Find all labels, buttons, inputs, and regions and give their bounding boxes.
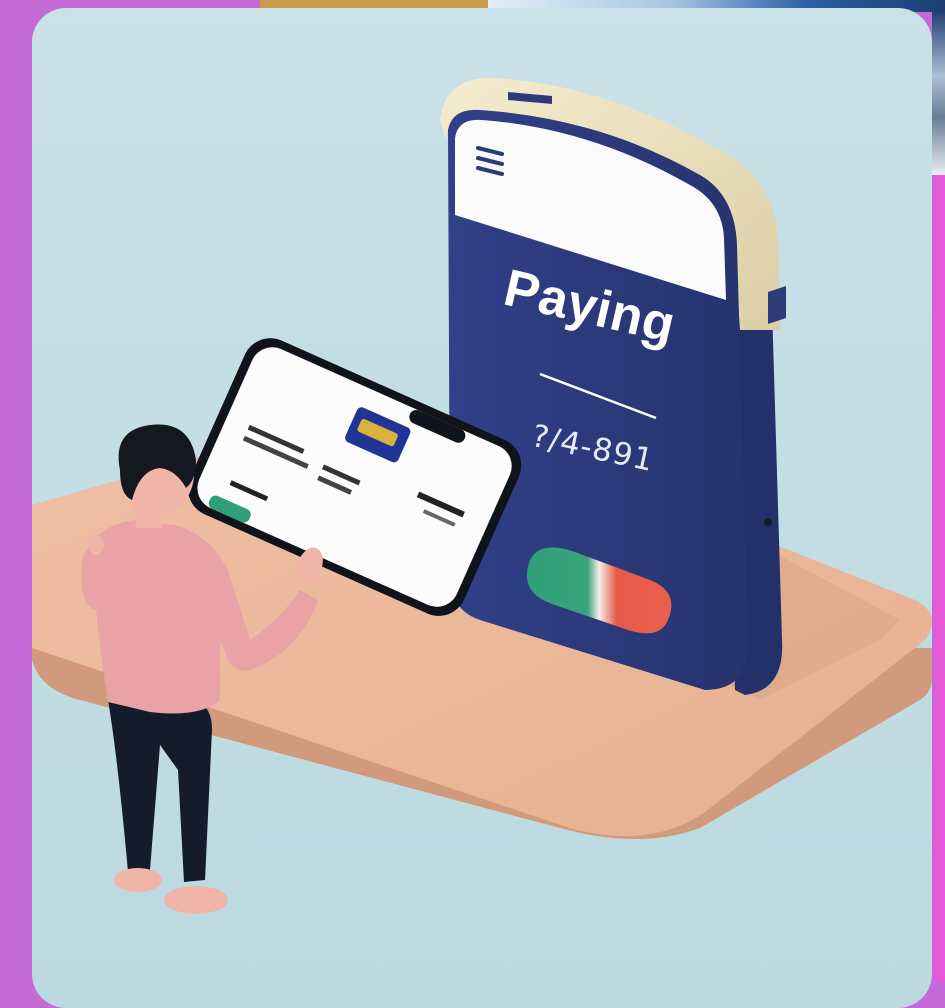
- illustration-card: Paying ?/4-891: [32, 8, 932, 1008]
- background-photo-strip-right: [932, 10, 945, 175]
- payment-scene-illustration: [32, 78, 932, 914]
- person-legs: [108, 690, 212, 882]
- background-pink-strip-right: [934, 175, 945, 982]
